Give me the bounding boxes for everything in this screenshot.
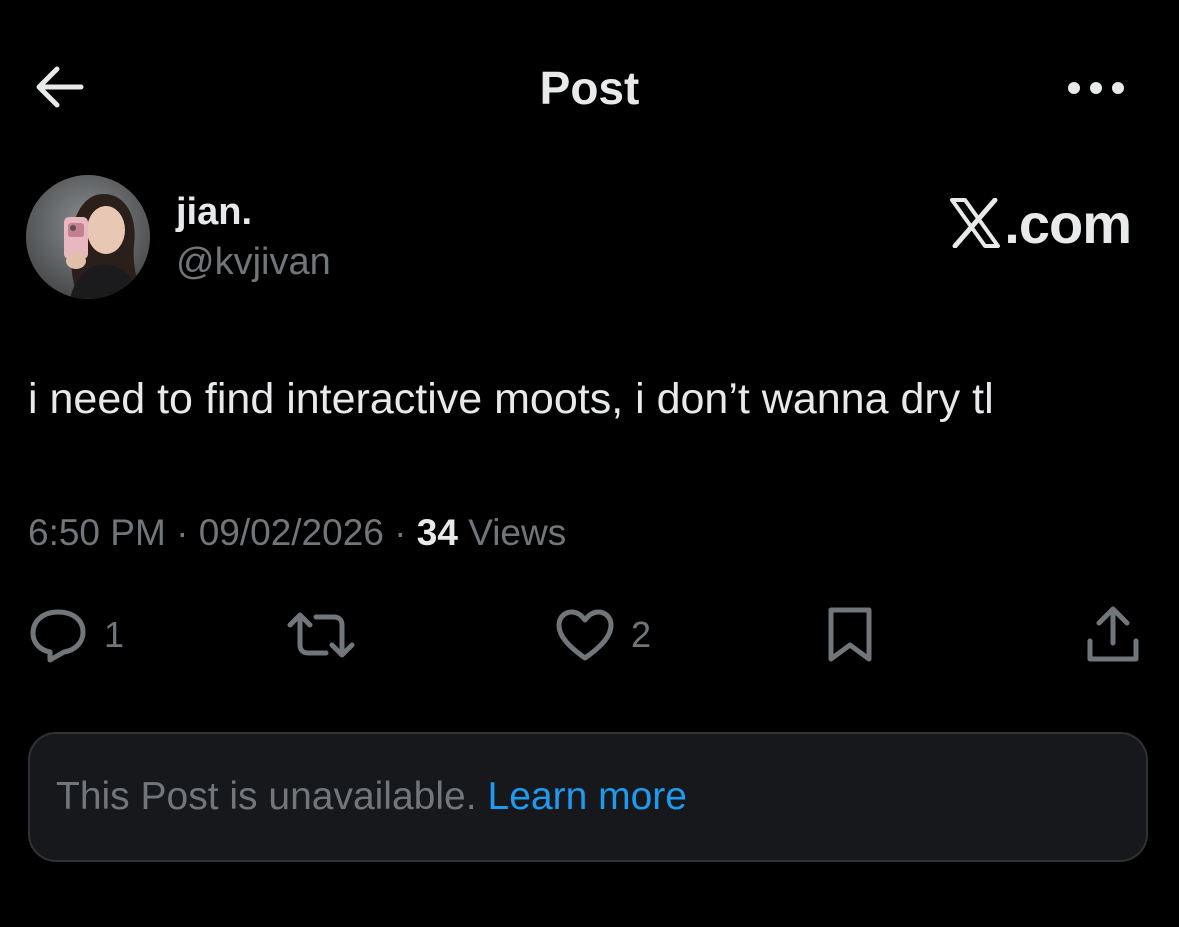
post-date[interactable]: 09/02/2026 [199,512,384,553]
share-icon [1087,606,1139,662]
views-label: Views [468,512,567,553]
bookmark-button[interactable] [826,600,874,670]
x-logo-icon [950,198,1001,248]
views-count: 34 [416,512,458,553]
notice-text: This Post is unavailable. [56,775,477,818]
avatar[interactable] [26,175,150,299]
reply-count: 1 [104,614,125,655]
page-title: Post [539,62,640,114]
reply-button[interactable]: 1 [28,600,124,670]
x-com-watermark: .com [948,191,1132,255]
avatar-photo [26,175,150,299]
heart-icon [556,609,614,661]
share-button[interactable] [1085,600,1141,670]
watermark-text: .com [1004,191,1132,255]
post-meta: 6:50 PM · 09/02/2026 · 34 Views [28,508,566,558]
action-bar: 1 2 [0,600,1179,670]
like-button[interactable]: 2 [555,600,651,670]
post-time[interactable]: 6:50 PM [28,512,166,553]
learn-more-link[interactable]: Learn more [488,775,687,819]
meta-separator: · [176,512,189,553]
meta-separator: · [394,512,407,553]
author-handle[interactable]: @kvjivan [176,238,331,286]
repost-icon [287,612,355,658]
like-count: 2 [631,614,652,655]
unavailable-post-notice: This Post is unavailable. Learn more [28,732,1148,862]
top-bar: Post [0,0,1179,180]
author-display-name[interactable]: jian. [176,188,252,236]
reply-icon [30,609,86,663]
bookmark-icon [828,607,872,662]
more-dots-icon [1068,82,1124,94]
more-options-button[interactable] [1060,66,1132,110]
post-text: i need to find interactive moots, i don’… [28,375,994,423]
repost-button[interactable] [286,600,372,670]
